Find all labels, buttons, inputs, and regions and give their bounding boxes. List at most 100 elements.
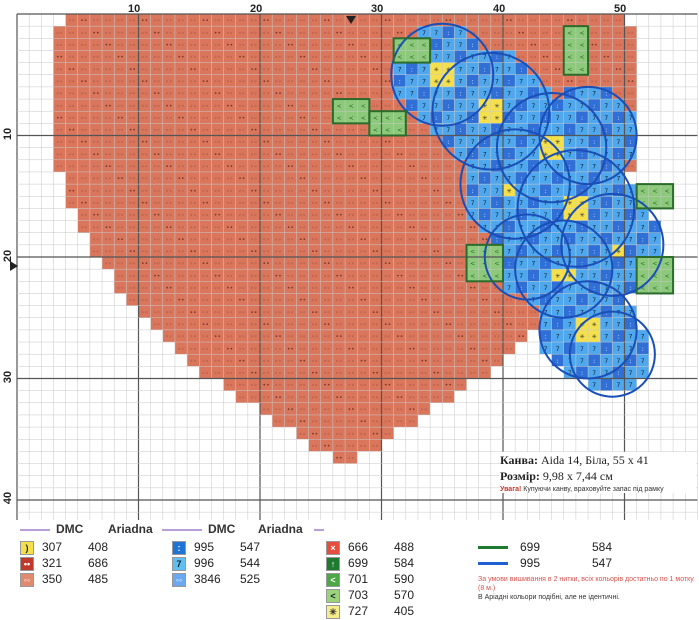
svg-text:◦◦: ◦◦ bbox=[190, 164, 197, 171]
svg-text:◦◦: ◦◦ bbox=[445, 236, 452, 243]
svg-text:◦◦: ◦◦ bbox=[165, 212, 172, 219]
svg-text::: : bbox=[496, 91, 498, 98]
svg-text::: : bbox=[593, 285, 595, 292]
svg-text:7: 7 bbox=[592, 91, 596, 98]
svg-text:◦◦: ◦◦ bbox=[578, 18, 585, 25]
svg-text:••: •• bbox=[457, 273, 464, 280]
svg-text:◦◦: ◦◦ bbox=[457, 236, 464, 243]
svg-text:◦◦: ◦◦ bbox=[372, 321, 379, 328]
svg-text:••: •• bbox=[177, 54, 184, 61]
svg-text:◦◦: ◦◦ bbox=[238, 224, 245, 231]
svg-text:7: 7 bbox=[459, 66, 463, 73]
svg-text:<: < bbox=[579, 42, 584, 49]
svg-text:◦◦: ◦◦ bbox=[105, 91, 112, 98]
svg-text:◦◦: ◦◦ bbox=[481, 346, 488, 353]
svg-text:••: •• bbox=[141, 200, 148, 207]
svg-text:••: •• bbox=[165, 164, 172, 171]
svg-text::: : bbox=[459, 127, 461, 134]
svg-text:✳: ✳ bbox=[592, 321, 597, 328]
svg-text:◦◦: ◦◦ bbox=[141, 30, 148, 37]
svg-text::: : bbox=[557, 176, 559, 183]
svg-text:◦◦: ◦◦ bbox=[202, 54, 209, 61]
svg-text:◦◦: ◦◦ bbox=[396, 261, 403, 268]
svg-text:◦◦: ◦◦ bbox=[348, 297, 355, 304]
svg-text:◦◦: ◦◦ bbox=[275, 407, 282, 414]
svg-text:◦◦: ◦◦ bbox=[250, 285, 257, 292]
svg-text:••: •• bbox=[348, 42, 355, 49]
svg-text:••: •• bbox=[554, 66, 561, 73]
svg-text::: : bbox=[605, 164, 607, 171]
svg-text:◦◦: ◦◦ bbox=[165, 321, 172, 328]
svg-text:••: •• bbox=[287, 103, 294, 110]
svg-text:◦◦: ◦◦ bbox=[238, 127, 245, 134]
svg-text:◦◦: ◦◦ bbox=[129, 261, 136, 268]
svg-text:◦◦: ◦◦ bbox=[250, 297, 257, 304]
svg-text:◦◦: ◦◦ bbox=[408, 188, 415, 195]
svg-text:••: •• bbox=[420, 176, 427, 183]
svg-text:◦◦: ◦◦ bbox=[420, 382, 427, 389]
svg-text:••: •• bbox=[202, 139, 209, 146]
svg-text:7: 7 bbox=[568, 151, 572, 158]
svg-text:◦◦: ◦◦ bbox=[299, 394, 306, 401]
svg-text:<: < bbox=[409, 42, 414, 49]
svg-text:◦◦: ◦◦ bbox=[311, 394, 318, 401]
svg-text:◦◦: ◦◦ bbox=[299, 139, 306, 146]
svg-text:◦◦: ◦◦ bbox=[56, 78, 63, 85]
svg-text:◦◦: ◦◦ bbox=[384, 164, 391, 171]
svg-text:◦◦: ◦◦ bbox=[506, 309, 513, 316]
svg-text:◦◦: ◦◦ bbox=[250, 382, 257, 389]
svg-text:••: •• bbox=[275, 273, 282, 280]
svg-text:••: •• bbox=[518, 30, 525, 37]
svg-text:7: 7 bbox=[459, 139, 463, 146]
svg-text::: : bbox=[484, 176, 486, 183]
svg-text:••: •• bbox=[493, 309, 500, 316]
svg-text:◦◦: ◦◦ bbox=[226, 309, 233, 316]
svg-text:◦◦: ◦◦ bbox=[141, 127, 148, 134]
svg-text:7: 7 bbox=[531, 176, 535, 183]
svg-text:7: 7 bbox=[459, 42, 463, 49]
svg-text:◦◦: ◦◦ bbox=[311, 224, 318, 231]
svg-text:◦◦: ◦◦ bbox=[214, 261, 221, 268]
svg-text:◦◦: ◦◦ bbox=[141, 224, 148, 231]
svg-text:◦◦: ◦◦ bbox=[457, 321, 464, 328]
svg-text:◦◦: ◦◦ bbox=[238, 78, 245, 85]
svg-text:••: •• bbox=[360, 297, 367, 304]
svg-text:◦◦: ◦◦ bbox=[457, 309, 464, 316]
svg-text:••: •• bbox=[311, 127, 318, 134]
svg-text:••: •• bbox=[80, 18, 87, 25]
backstitch-699-dmc: 699 bbox=[520, 540, 541, 554]
svg-text:7: 7 bbox=[556, 127, 560, 134]
svg-text:◦◦: ◦◦ bbox=[530, 54, 537, 61]
svg-text:7: 7 bbox=[507, 285, 511, 292]
svg-text:◦◦: ◦◦ bbox=[129, 115, 136, 122]
svg-text:◦◦: ◦◦ bbox=[542, 42, 549, 49]
svg-text:••: •• bbox=[141, 261, 148, 268]
top-label-40: 40 bbox=[493, 3, 506, 15]
svg-text:••: •• bbox=[384, 18, 391, 25]
legend-rule-3 bbox=[314, 529, 324, 531]
svg-text:◦◦: ◦◦ bbox=[335, 443, 342, 450]
legend-swatch-icon: 7 bbox=[172, 557, 186, 571]
svg-text:◦◦: ◦◦ bbox=[323, 212, 330, 219]
svg-text:◦◦: ◦◦ bbox=[275, 249, 282, 256]
svg-text:••: •• bbox=[68, 66, 75, 73]
svg-text:◦◦: ◦◦ bbox=[165, 176, 172, 183]
svg-text::: : bbox=[630, 321, 632, 328]
svg-text:◦◦: ◦◦ bbox=[445, 176, 452, 183]
svg-text:◦◦: ◦◦ bbox=[384, 103, 391, 110]
svg-text:••: •• bbox=[250, 309, 257, 316]
svg-text:◦◦: ◦◦ bbox=[299, 261, 306, 268]
svg-text:◦◦: ◦◦ bbox=[481, 285, 488, 292]
svg-text:◦◦: ◦◦ bbox=[56, 42, 63, 49]
svg-text:◦◦: ◦◦ bbox=[287, 78, 294, 85]
svg-text:◦◦: ◦◦ bbox=[92, 200, 99, 207]
svg-text:◦◦: ◦◦ bbox=[360, 127, 367, 134]
svg-text:7: 7 bbox=[629, 273, 633, 280]
svg-text:••: •• bbox=[311, 188, 318, 195]
svg-text:◦◦: ◦◦ bbox=[384, 334, 391, 341]
svg-text:◦◦: ◦◦ bbox=[323, 42, 330, 49]
svg-text:◦◦: ◦◦ bbox=[190, 151, 197, 158]
svg-text:◦◦: ◦◦ bbox=[554, 42, 561, 49]
svg-text:7: 7 bbox=[568, 321, 572, 328]
svg-text:◦◦: ◦◦ bbox=[384, 285, 391, 292]
